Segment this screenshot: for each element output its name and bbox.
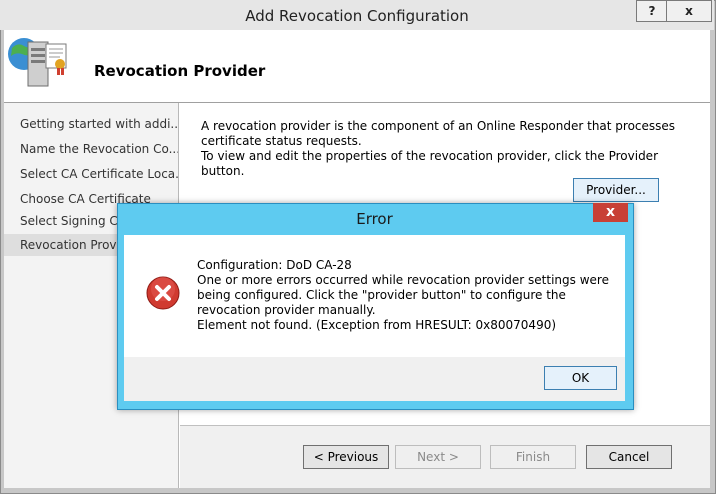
description-line-2: To view and edit the properties of the r… [201,149,659,178]
nav-item-getting-started[interactable]: Getting started with addi... [4,113,178,135]
previous-button[interactable]: < Previous [303,445,389,469]
close-button[interactable]: x [666,0,712,22]
finish-button[interactable]: Finish [490,445,576,469]
window-title: Add Revocation Configuration [245,7,469,25]
description-line-1: A revocation provider is the component o… [201,119,676,148]
next-button[interactable]: Next > [395,445,481,469]
error-icon [146,276,180,310]
page-title: Revocation Provider [94,62,266,80]
ok-button[interactable]: OK [544,366,617,390]
nav-item-select-ca-location[interactable]: Select CA Certificate Loca... [4,163,178,185]
error-message-line: One or more errors occurred while revoca… [197,273,609,317]
error-message: Configuration: DoD CA-28 One or more err… [197,258,617,333]
error-dialog-title: Error [356,210,393,228]
provider-button[interactable]: Provider... [573,178,659,202]
error-exception-line: Element not found. (Exception from HRESU… [197,318,557,332]
description-text: A revocation provider is the component o… [201,119,681,179]
server-certificate-icon [8,38,67,87]
cancel-button[interactable]: Cancel [586,445,672,469]
error-config-line: Configuration: DoD CA-28 [197,258,352,272]
error-dialog-close-button[interactable]: x [593,203,628,222]
nav-item-name-revocation[interactable]: Name the Revocation Co... [4,138,178,160]
help-button[interactable]: ? [636,0,668,22]
